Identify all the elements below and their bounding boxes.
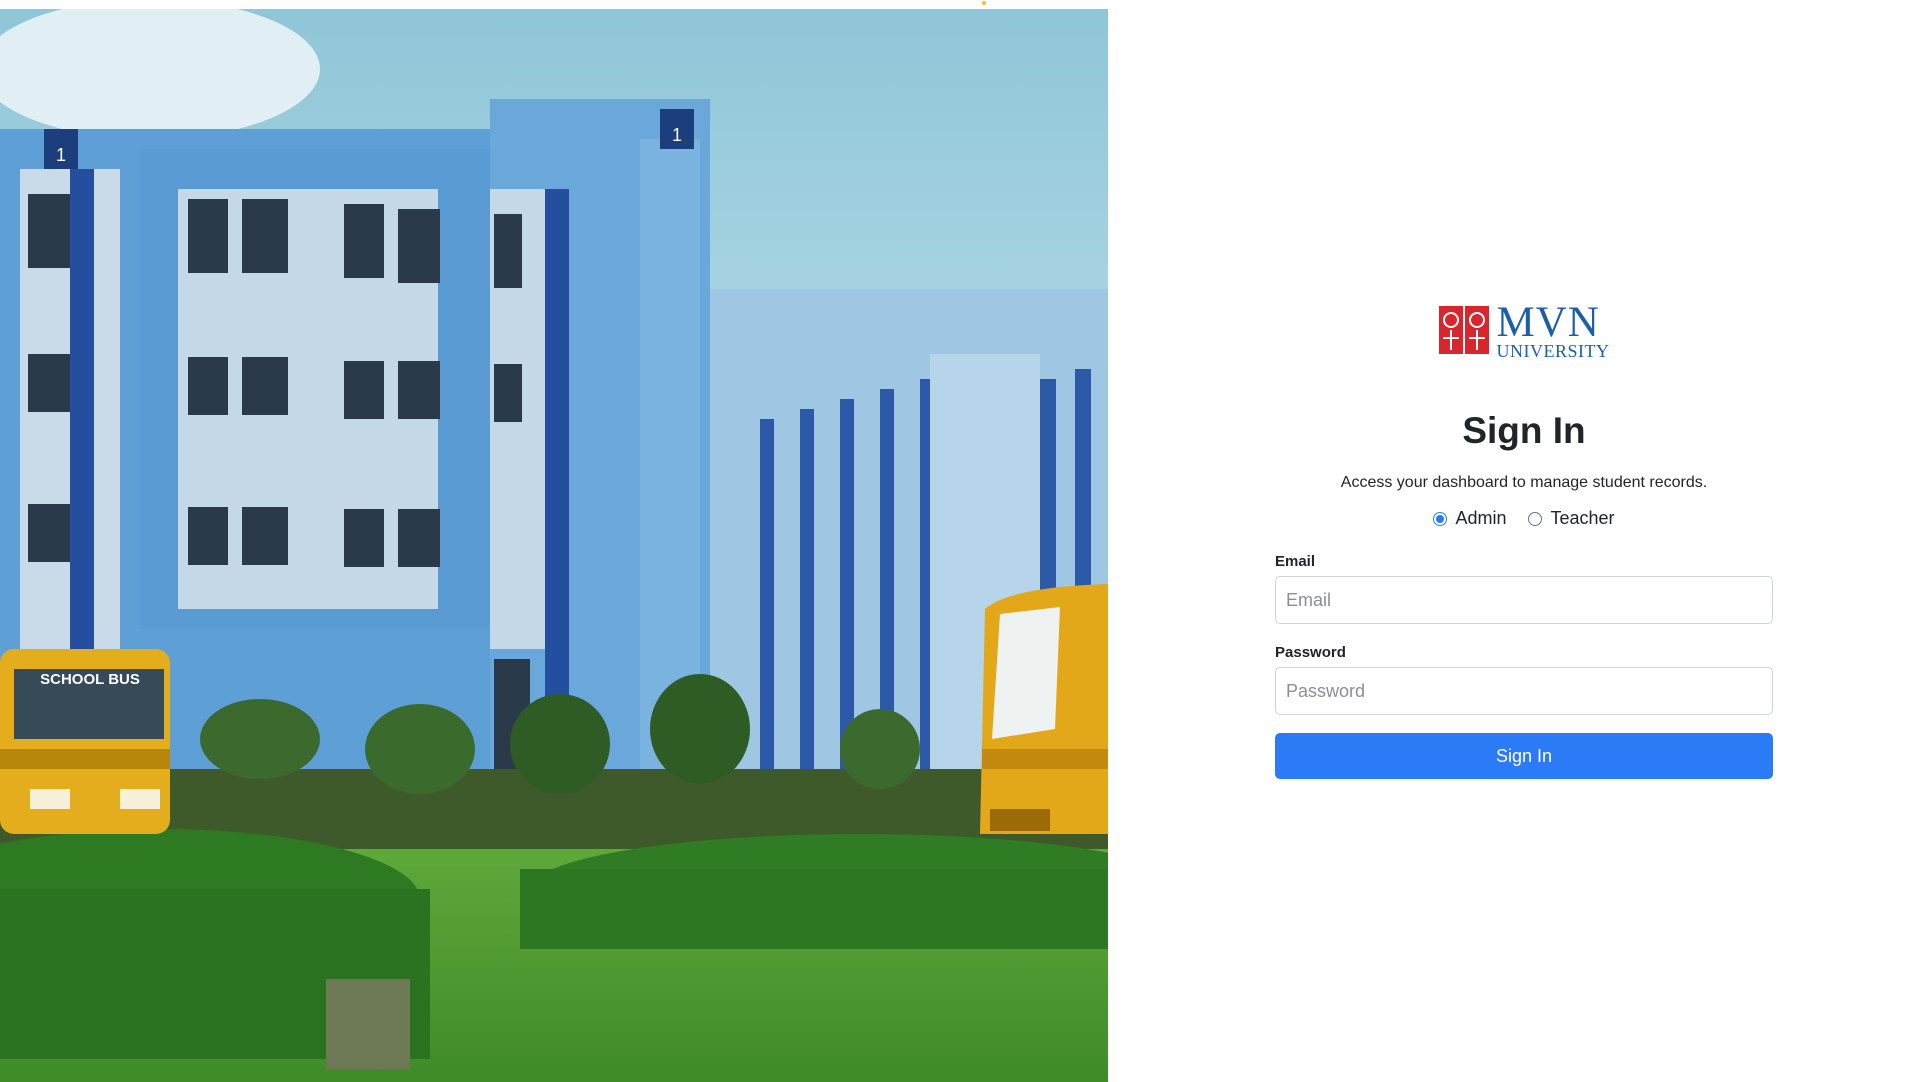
admin-radio[interactable] bbox=[1433, 511, 1448, 526]
block-number-left: 1 bbox=[56, 145, 66, 165]
logo-name: MVN bbox=[1496, 298, 1600, 346]
logo-subtitle: UNIVERSITY bbox=[1496, 340, 1610, 361]
email-label: Email bbox=[1275, 553, 1316, 570]
teacher-radio-label: Teacher bbox=[1550, 508, 1615, 528]
login-page: 1 1 SCHOOL BUS MVN UNIVERSITY Sign In Ac… bbox=[0, 0, 1918, 1082]
signin-panel: MVN UNIVERSITY Sign In Access your dashb… bbox=[1275, 300, 1773, 779]
logo-text: MVN UNIVERSITY bbox=[1497, 301, 1610, 360]
university-emblem-icon bbox=[1438, 306, 1489, 354]
password-field-group: Password bbox=[1275, 644, 1773, 715]
page-title: Sign In bbox=[1462, 410, 1586, 451]
password-label: Password bbox=[1275, 644, 1346, 661]
password-field[interactable] bbox=[1275, 667, 1773, 715]
admin-radio-label: Admin bbox=[1455, 508, 1507, 528]
top-strip bbox=[0, 0, 1108, 9]
campus-illustration: 1 1 SCHOOL BUS bbox=[0, 9, 1108, 1082]
campus-hero-image: 1 1 SCHOOL BUS bbox=[0, 9, 1108, 1082]
role-option-teacher[interactable]: Teacher bbox=[1528, 508, 1615, 529]
university-logo: MVN UNIVERSITY bbox=[1275, 300, 1773, 360]
role-selector: Admin Teacher bbox=[1275, 508, 1773, 529]
email-field[interactable] bbox=[1275, 576, 1773, 624]
bus-sign-text: SCHOOL BUS bbox=[40, 671, 140, 688]
teacher-radio[interactable] bbox=[1528, 511, 1543, 526]
page-subtitle: Access your dashboard to manage student … bbox=[1340, 474, 1708, 491]
loading-dot bbox=[982, 1, 986, 5]
role-option-admin[interactable]: Admin bbox=[1433, 508, 1506, 529]
sign-in-button[interactable]: Sign In bbox=[1275, 733, 1773, 779]
email-field-group: Email bbox=[1275, 553, 1773, 624]
block-number-right: 1 bbox=[672, 125, 682, 145]
